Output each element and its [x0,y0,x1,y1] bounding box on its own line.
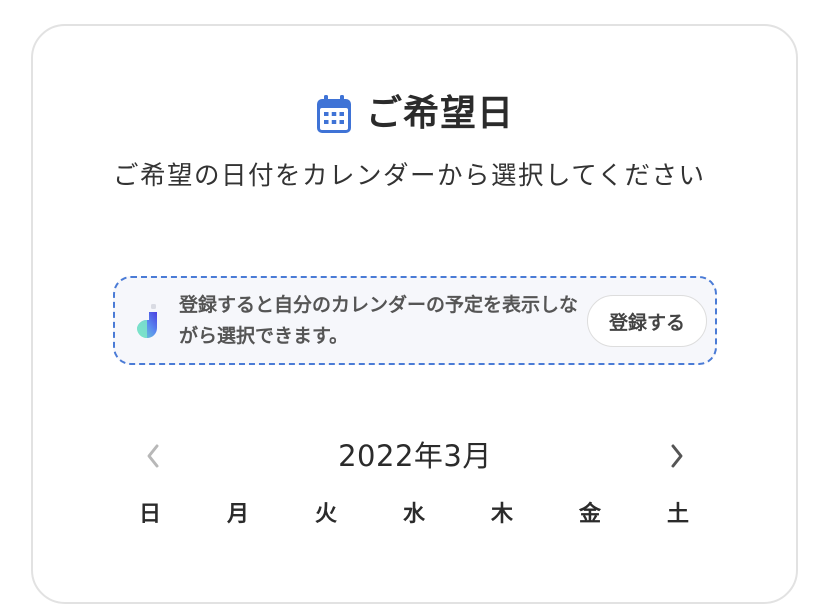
weekday-sat: 土 [666,502,689,527]
month-navigation: 2022年3月 [113,430,717,480]
title-row: ご希望日 [0,90,830,138]
weekday-fri: 金 [578,502,601,527]
weekday-tue: 火 [314,502,337,527]
weekday-sun: 日 [138,502,161,527]
register-button[interactable]: 登録する [587,295,707,347]
calendar-connect-notice: 登録すると自分のカレンダーの予定を表示しながら選択できます。 登録する [113,276,717,365]
calendar-icon [316,94,352,134]
app-logo-icon [133,304,161,338]
chevron-right-icon[interactable] [657,436,697,476]
weekday-thu: 木 [490,502,513,527]
weekday-mon: 月 [226,502,249,527]
weekday-wed: 水 [402,502,425,527]
page-subtitle: ご希望の日付をカレンダーから選択してください [113,161,706,191]
month-label: 2022年3月 [338,439,492,473]
weekday-header: 日 月 火 水 木 金 土 [106,495,722,535]
notice-text: 登録すると自分のカレンダーの予定を表示しながら選択できます。 [179,294,579,347]
page-title: ご希望日 [365,93,514,134]
